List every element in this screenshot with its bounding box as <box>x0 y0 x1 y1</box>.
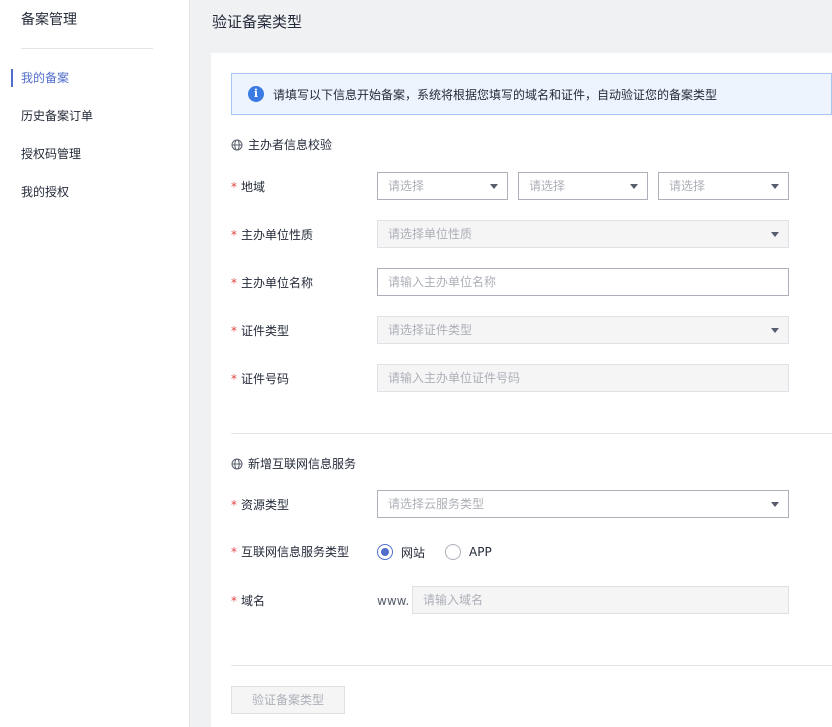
cert-type-select[interactable]: 请选择证件类型 <box>377 316 789 344</box>
section-divider <box>231 433 832 434</box>
radio-website[interactable]: 网站 <box>377 544 425 561</box>
form-row-cert-type: * 证件类型 请选择证件类型 <box>231 316 832 346</box>
caret-down-icon <box>771 232 779 237</box>
info-banner: i 请填写以下信息开始备案，系统将根据您填写的域名和证件，自动验证您的备案类型 <box>231 73 832 115</box>
form-label: * 地域 <box>231 180 266 194</box>
domain-input[interactable]: 请输入域名 <box>412 586 789 614</box>
globe-icon <box>231 139 243 150</box>
required-star: * <box>231 498 237 512</box>
required-star: * <box>231 276 237 290</box>
sidebar-title: 备案管理 <box>21 12 77 28</box>
unit-nature-select[interactable]: 请选择单位性质 <box>377 220 789 248</box>
verify-filing-type-button[interactable]: 验证备案类型 <box>231 686 345 714</box>
form-row-region: * 地域 请选择 请选择 请选择 <box>231 172 832 202</box>
region-select-district[interactable]: 请选择 <box>658 172 789 200</box>
sidebar: 备案管理 我的备案 历史备案订单 授权码管理 我的授权 <box>0 0 190 727</box>
info-icon: i <box>248 86 264 102</box>
form-label: * 证件类型 <box>231 324 290 338</box>
sidebar-item-history-orders[interactable]: 历史备案订单 <box>0 103 190 129</box>
required-star: * <box>231 545 237 559</box>
resource-type-select[interactable]: 请选择云服务类型 <box>377 490 789 518</box>
main-card: i 请填写以下信息开始备案，系统将根据您填写的域名和证件，自动验证您的备案类型 … <box>211 53 832 727</box>
radio-unchecked-icon <box>445 544 462 560</box>
form-row-domain: * 域名 www. 请输入域名 <box>231 586 832 616</box>
service-type-radio-group: 网站 APP <box>377 537 512 567</box>
form-label: * 证件号码 <box>231 372 290 386</box>
sidebar-item-my-filings[interactable]: 我的备案 <box>0 65 190 91</box>
form-row-service-type: * 互联网信息服务类型 网站 APP <box>231 537 832 567</box>
required-star: * <box>231 372 237 386</box>
form-label: * 资源类型 <box>231 498 290 512</box>
page-title: 验证备案类型 <box>212 13 303 31</box>
section-heading-text: 新增互联网信息服务 <box>248 457 357 471</box>
form-row-unit-nature: * 主办单位性质 请选择单位性质 <box>231 220 832 250</box>
section-divider <box>231 665 832 666</box>
section-heading-sponsor: 主办者信息校验 <box>231 136 332 153</box>
form-label: * 主办单位名称 <box>231 276 314 290</box>
cert-number-input[interactable]: 请输入主办单位证件号码 <box>377 364 789 392</box>
caret-down-icon <box>771 328 779 333</box>
sidebar-item-auth-code[interactable]: 授权码管理 <box>0 141 190 167</box>
region-select-province[interactable]: 请选择 <box>377 172 508 200</box>
section-heading-new-service: 新增互联网信息服务 <box>231 455 356 472</box>
form-row-unit-name: * 主办单位名称 请输入主办单位名称 <box>231 268 832 298</box>
form-row-cert-number: * 证件号码 请输入主办单位证件号码 <box>231 364 832 394</box>
required-star: * <box>231 324 237 338</box>
form-label: * 互联网信息服务类型 <box>231 545 350 559</box>
required-star: * <box>231 180 237 194</box>
form-label: * 主办单位性质 <box>231 228 314 242</box>
sidebar-divider <box>21 48 153 49</box>
section-heading-text: 主办者信息校验 <box>248 138 333 152</box>
caret-down-icon <box>771 502 779 507</box>
globe-icon <box>231 458 243 469</box>
form-label: * 域名 <box>231 594 266 608</box>
info-text: 请填写以下信息开始备案，系统将根据您填写的域名和证件，自动验证您的备案类型 <box>273 87 718 102</box>
caret-down-icon <box>630 184 638 189</box>
caret-down-icon <box>490 184 498 189</box>
domain-prefix: www. <box>377 594 410 608</box>
page-header: 验证备案类型 <box>192 0 832 52</box>
required-star: * <box>231 228 237 242</box>
sidebar-item-my-auth[interactable]: 我的授权 <box>0 179 190 205</box>
required-star: * <box>231 594 237 608</box>
form-row-resource-type: * 资源类型 请选择云服务类型 <box>231 490 832 520</box>
region-select-city[interactable]: 请选择 <box>518 172 648 200</box>
caret-down-icon <box>771 184 779 189</box>
unit-name-input[interactable]: 请输入主办单位名称 <box>377 268 789 296</box>
radio-app[interactable]: APP <box>445 544 492 560</box>
radio-checked-icon <box>377 544 393 560</box>
